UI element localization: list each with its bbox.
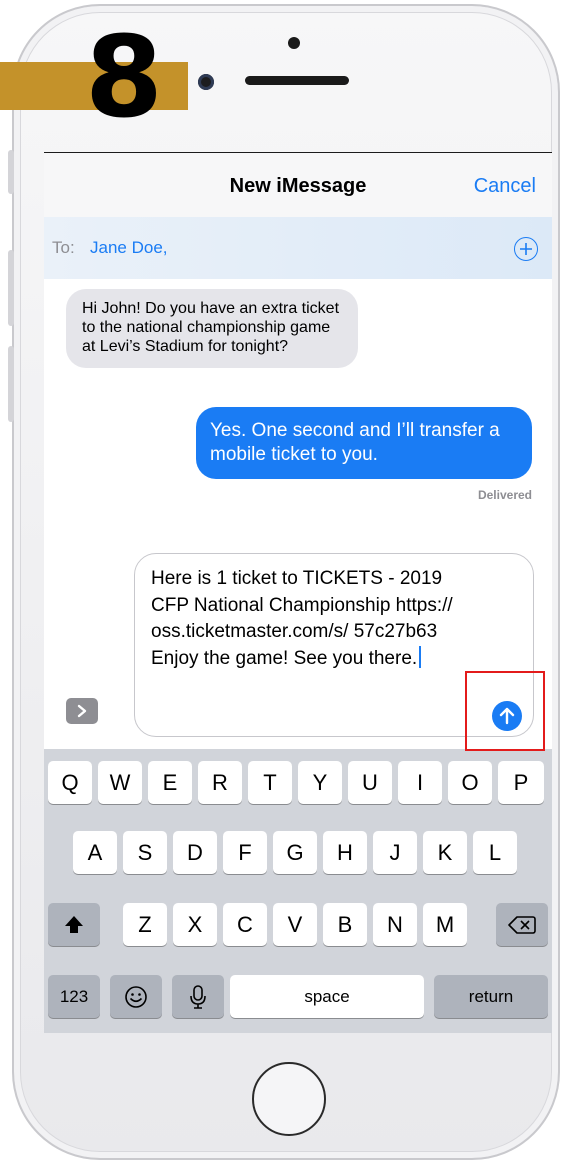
microphone-icon [190,984,206,1009]
key-z[interactable]: Z [123,903,167,946]
key-c[interactable]: C [223,903,267,946]
key-n[interactable]: N [373,903,417,946]
emoji-key[interactable] [110,975,162,1018]
recipient-name[interactable]: Jane Doe, [90,238,168,258]
numbers-key[interactable]: 123 [48,975,100,1018]
key-e[interactable]: E [148,761,192,804]
return-key[interactable]: return [434,975,548,1018]
key-o[interactable]: O [448,761,492,804]
to-field[interactable]: To: Jane Doe, [44,217,552,279]
key-v[interactable]: V [273,903,317,946]
key-s[interactable]: S [123,831,167,874]
key-g[interactable]: G [273,831,317,874]
key-l[interactable]: L [473,831,517,874]
outgoing-message: Yes. One second and I’ll transfer a mobi… [196,407,532,479]
dictation-key[interactable] [172,975,224,1018]
backspace-icon [508,915,536,934]
front-camera [198,74,214,90]
earpiece-speaker [245,76,349,85]
key-f[interactable]: F [223,831,267,874]
key-t[interactable]: T [248,761,292,804]
volume-up-button [8,250,14,326]
to-label: To: [52,238,75,257]
key-u[interactable]: U [348,761,392,804]
key-h[interactable]: H [323,831,367,874]
mute-switch [8,150,14,194]
send-button-highlight [465,671,545,751]
chevron-right-icon[interactable] [66,698,98,724]
emoji-icon [125,985,147,1008]
cancel-button[interactable]: Cancel [474,175,536,198]
text-caret [419,645,422,668]
key-j[interactable]: J [373,831,417,874]
proximity-sensor [288,37,300,49]
delivery-status: Delivered [477,488,532,502]
key-d[interactable]: D [173,831,217,874]
key-a[interactable]: A [73,831,117,874]
step-number: 8 [85,13,163,143]
shift-arrow-icon [65,915,83,933]
key-m[interactable]: M [423,903,467,946]
message-input-text: Here is 1 ticket to TICKETS - 2019 CFP N… [151,568,458,669]
key-w[interactable]: W [98,761,142,804]
incoming-message: Hi John! Do you have an extra ticket to … [66,289,358,368]
home-button[interactable] [252,1062,326,1136]
key-b[interactable]: B [323,903,367,946]
messages-screen: New iMessage Cancel To: Jane Doe, Hi Joh… [44,152,552,1033]
key-y[interactable]: Y [298,761,342,804]
key-x[interactable]: X [173,903,217,946]
delete-key[interactable] [496,903,548,946]
key-q[interactable]: Q [48,761,92,804]
key-k[interactable]: K [423,831,467,874]
key-p[interactable]: P [498,761,544,804]
key-r[interactable]: R [198,761,242,804]
shift-key[interactable] [48,903,100,946]
nav-bar: New iMessage Cancel [44,153,552,218]
volume-down-button [8,346,14,422]
space-key[interactable]: space [230,975,424,1018]
plus-circle-icon[interactable] [514,237,538,261]
key-i[interactable]: I [398,761,442,804]
keyboard: Q W E R T Y U I O P A S D F G H J K L Z … [44,749,552,1033]
